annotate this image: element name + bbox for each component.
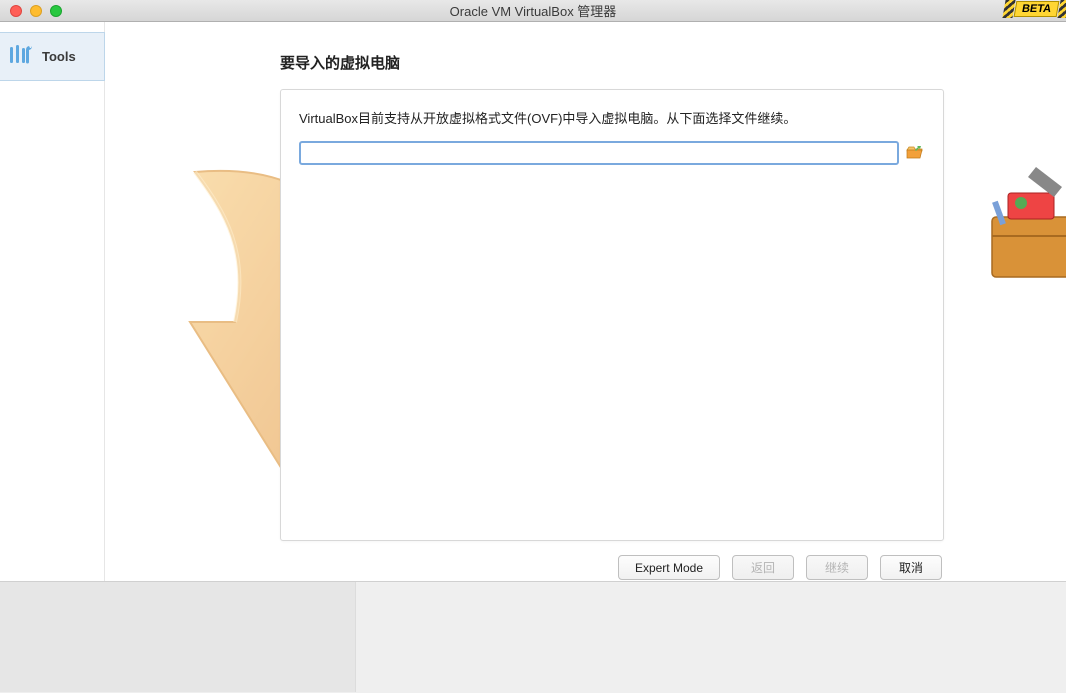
title-bar: Oracle VM VirtualBox 管理器 BETA [0, 0, 1066, 22]
zoom-window-button[interactable] [50, 5, 62, 17]
dialog-panel: VirtualBox目前支持从开放虚拟格式文件(OVF)中导入虚拟电脑。从下面选… [280, 89, 944, 541]
main-area: Tools [0, 22, 1066, 582]
window-title: Oracle VM VirtualBox 管理器 [0, 1, 1066, 20]
cancel-button[interactable]: 取消 [880, 555, 942, 580]
window-controls [0, 5, 62, 17]
back-button: 返回 [732, 555, 794, 580]
sidebar: Tools [0, 22, 105, 581]
file-input-row [299, 141, 925, 165]
minimize-window-button[interactable] [30, 5, 42, 17]
dialog-button-row: Expert Mode 返回 继续 取消 [280, 541, 944, 580]
dialog-heading: 要导入的虚拟电脑 [280, 52, 944, 73]
dialog-instruction: VirtualBox目前支持从开放虚拟格式文件(OVF)中导入虚拟电脑。从下面选… [299, 108, 925, 127]
expert-mode-button[interactable]: Expert Mode [618, 555, 720, 580]
folder-open-icon [906, 144, 924, 162]
tools-icon [8, 43, 34, 70]
beta-badge: BETA [1013, 1, 1059, 17]
import-appliance-dialog: 要导入的虚拟电脑 VirtualBox目前支持从开放虚拟格式文件(OVF)中导入… [280, 52, 944, 580]
browse-file-button[interactable] [905, 143, 925, 163]
ovf-file-path-input[interactable] [299, 141, 899, 165]
continue-button: 继续 [806, 555, 868, 580]
close-window-button[interactable] [10, 5, 22, 17]
footer-side-strip [0, 582, 356, 692]
content-area: 要导入的虚拟电脑 VirtualBox目前支持从开放虚拟格式文件(OVF)中导入… [105, 22, 1066, 581]
sidebar-item-tools[interactable]: Tools [0, 32, 105, 81]
sidebar-item-label: Tools [42, 49, 76, 64]
toolbox-decoration [986, 157, 1066, 287]
